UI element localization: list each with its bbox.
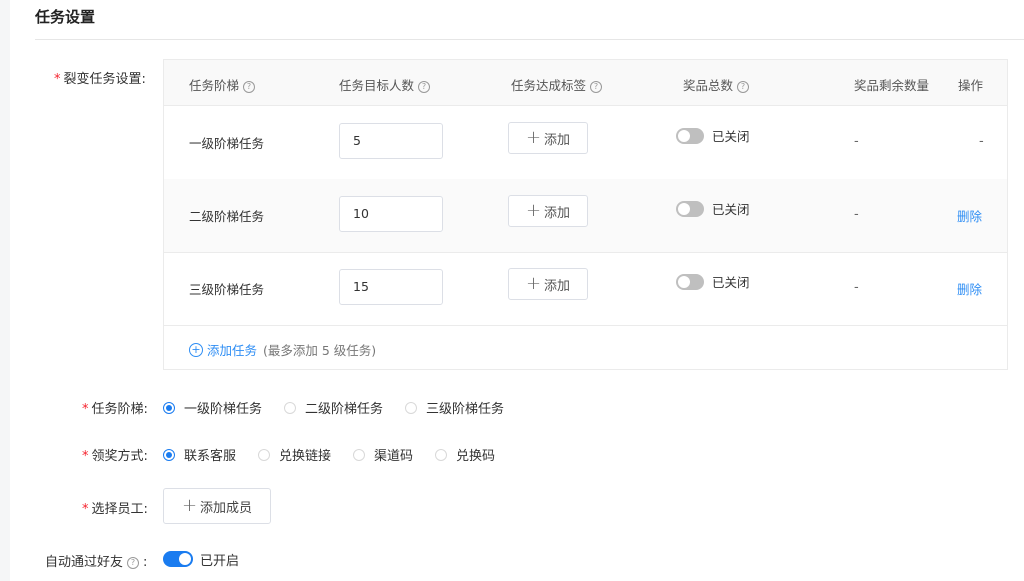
reward-option[interactable]: 兑换码 [435,445,495,464]
target-count-input[interactable]: 10 [339,196,443,232]
table-row: 二级阶梯任务 10 + 添加 已关闭 - 删除 [164,179,1007,253]
reward-method-label: * 领奖方式: [82,449,148,464]
col-tier-header: 任务阶梯? [189,75,256,94]
help-icon[interactable]: ? [590,81,603,93]
prize-status: 已关闭 [712,275,750,290]
prize-toggle[interactable] [676,128,704,144]
target-count-input[interactable]: 5 [339,123,443,159]
plus-icon: + [525,127,542,148]
tier-name: 二级阶梯任务 [189,209,265,224]
prize-status: 已关闭 [712,129,750,144]
add-task-link[interactable]: + 添加任务 (最多添加 5 级任务) [189,340,376,359]
prize-toggle[interactable] [676,274,704,290]
plus-icon: + [181,495,198,516]
required-mark: * [54,72,61,87]
tier-radio-group: 一级阶梯任务 二级阶梯任务 三级阶梯任务 [163,398,526,417]
prize-remaining: - [854,280,859,295]
prize-remaining: - [854,207,859,222]
help-icon[interactable]: ? [418,81,431,93]
add-tag-button[interactable]: + 添加 [508,195,588,227]
tier-option[interactable]: 三级阶梯任务 [405,398,504,417]
left-gutter [0,0,10,581]
auto-accept-status: 已开启 [200,554,240,569]
table-header: 任务阶梯? 任务目标人数? 任务达成标签? 奖品总数? 奖品剩余数量 操作 [164,60,1007,106]
row-action: - [979,134,984,149]
col-prize-total-header: 奖品总数? [683,75,750,94]
reward-radio-group: 联系客服 兑换链接 渠道码 兑换码 [163,445,517,464]
reward-option[interactable]: 渠道码 [353,445,413,464]
prize-status: 已关闭 [712,202,750,217]
delete-link[interactable]: 删除 [957,206,982,225]
col-prize-remaining-header: 奖品剩余数量 [854,78,930,93]
reward-option[interactable]: 联系客服 [163,445,236,464]
radio-icon[interactable] [405,401,418,414]
task-setting-label: * 裂变任务设置: [54,72,146,87]
tier-select-label: * 任务阶梯: [82,402,148,417]
add-tag-button[interactable]: + 添加 [508,268,588,300]
prize-remaining: - [854,134,859,149]
radio-icon[interactable] [353,448,366,461]
task-table: 任务阶梯? 任务目标人数? 任务达成标签? 奖品总数? 奖品剩余数量 操作 一级… [163,59,1008,370]
title-divider [35,39,1024,40]
auto-accept-label: 自动通过好友?: [45,555,148,570]
prize-toggle[interactable] [676,201,704,217]
help-icon[interactable]: ? [737,81,750,93]
add-member-button[interactable]: + 添加成员 [163,488,271,524]
section-title: 任务设置 [35,8,96,26]
radio-checked-icon[interactable] [163,401,175,414]
table-row: 一级阶梯任务 5 + 添加 已关闭 - - [164,106,1007,180]
col-tag-header: 任务达成标签? [511,75,603,94]
add-tag-button[interactable]: + 添加 [508,122,588,154]
tier-name: 一级阶梯任务 [189,136,265,151]
help-icon[interactable]: ? [127,557,140,569]
col-action-header: 操作 [958,78,984,93]
tier-option[interactable]: 二级阶梯任务 [284,398,383,417]
target-count-input[interactable]: 15 [339,269,443,305]
delete-link[interactable]: 删除 [957,279,982,298]
add-task-note: (最多添加 5 级任务) [263,343,377,358]
col-target-header: 任务目标人数? [339,75,431,94]
table-row: 三级阶梯任务 15 + 添加 已关闭 - 删除 [164,252,1007,326]
auto-accept-toggle[interactable] [163,551,193,567]
plus-icon: + [525,200,542,221]
radio-icon[interactable] [258,448,271,461]
radio-icon[interactable] [435,448,448,461]
radio-checked-icon[interactable] [163,448,175,461]
radio-icon[interactable] [284,401,297,414]
help-icon[interactable]: ? [243,81,256,93]
staff-label: * 选择员工: [82,502,148,517]
plus-icon: + [525,273,542,294]
reward-option[interactable]: 兑换链接 [258,445,331,464]
tier-name: 三级阶梯任务 [189,282,265,297]
circle-plus-icon: + [189,342,203,357]
tier-option[interactable]: 一级阶梯任务 [163,398,262,417]
